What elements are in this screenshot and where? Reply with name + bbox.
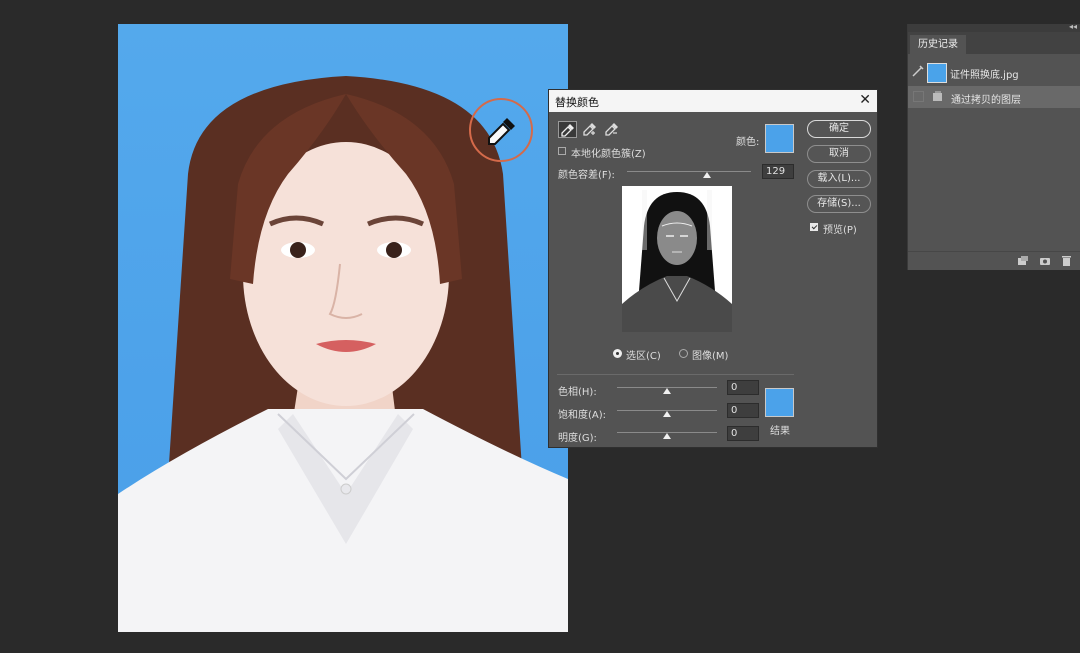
load-button[interactable]: 载入(L)... [807, 170, 871, 188]
close-icon[interactable]: ✕ [859, 92, 871, 108]
hue-label: 色相(H): [558, 387, 597, 398]
history-footer [908, 251, 1080, 270]
history-panel: ◂◂ 历史记录 证件照换底.jpg 通过拷贝的图层 [907, 22, 1080, 270]
preview-checkbox[interactable] [810, 223, 818, 231]
dialog-title: 替换颜色 [555, 96, 599, 109]
history-state-checkbox[interactable] [913, 91, 924, 102]
fuzziness-slider-thumb[interactable] [703, 172, 711, 178]
eyedropper-minus-icon [605, 123, 618, 136]
sample-color-swatch[interactable] [765, 124, 794, 153]
lightness-label: 明度(G): [558, 433, 597, 444]
selection-radio[interactable] [613, 349, 622, 358]
collapse-icon[interactable]: ◂◂ [1069, 22, 1077, 31]
tab-history[interactable]: 历史记录 [910, 35, 966, 54]
history-brush-icon[interactable] [912, 65, 924, 77]
document-icon [933, 91, 942, 101]
eyedropper-plus-tool-button[interactable] [581, 121, 600, 138]
snapshot-thumbnail [927, 63, 947, 83]
eyedropper-minus-tool-button[interactable] [603, 121, 622, 138]
fuzziness-slider-track[interactable] [627, 171, 751, 172]
saturation-input[interactable]: 0 [727, 403, 759, 418]
lightness-input[interactable]: 0 [727, 426, 759, 441]
history-state[interactable]: 通过拷贝的图层 [908, 86, 1080, 108]
eyedropper-icon [561, 124, 574, 137]
cancel-button[interactable]: 取消 [807, 145, 871, 163]
lightness-slider-thumb[interactable] [663, 433, 671, 439]
image-radio-label: 图像(M) [692, 351, 729, 362]
state-label: 通过拷贝的图层 [951, 95, 1021, 106]
saturation-label: 饱和度(A): [558, 410, 607, 421]
result-color-swatch[interactable] [765, 388, 794, 417]
hue-slider-thumb[interactable] [663, 388, 671, 394]
eyedropper-tool-button[interactable] [558, 121, 577, 138]
panel-topbar: ◂◂ [908, 22, 1080, 32]
hue-input[interactable]: 0 [727, 380, 759, 395]
eyedropper-cursor [469, 98, 533, 162]
saturation-slider-thumb[interactable] [663, 411, 671, 417]
preview-label: 预览(P) [823, 225, 857, 236]
image-radio[interactable] [679, 349, 688, 358]
fuzziness-label: 颜色容差(F): [558, 170, 615, 181]
fuzziness-input[interactable]: 129 [762, 164, 794, 179]
eyedropper-icon [488, 118, 515, 145]
trash-icon[interactable] [1061, 255, 1072, 269]
new-document-from-state-icon[interactable] [1017, 255, 1029, 269]
section-divider [557, 374, 794, 375]
eyedropper-plus-icon [583, 123, 596, 136]
history-snapshot[interactable]: 证件照换底.jpg [908, 60, 1080, 86]
localized-clusters-checkbox[interactable] [558, 147, 566, 155]
localized-clusters-label: 本地化颜色簇(Z) [571, 149, 646, 160]
panel-tab-row: 历史记录 [908, 32, 1080, 54]
replace-color-dialog: 替换颜色 ✕ 颜色: 本地化颜色簇(Z) 颜色容差(F): 129 选区(C) … [548, 89, 878, 448]
ok-button[interactable]: 确定 [807, 120, 871, 138]
save-button[interactable]: 存储(S)... [807, 195, 871, 213]
color-label: 颜色: [736, 137, 760, 148]
selection-preview[interactable] [622, 186, 732, 332]
snapshot-label: 证件照换底.jpg [950, 70, 1019, 81]
camera-icon[interactable] [1039, 255, 1051, 269]
dialog-titlebar[interactable]: 替换颜色 ✕ [549, 90, 877, 112]
result-label: 结果 [770, 426, 790, 437]
selection-radio-label: 选区(C) [626, 351, 661, 362]
